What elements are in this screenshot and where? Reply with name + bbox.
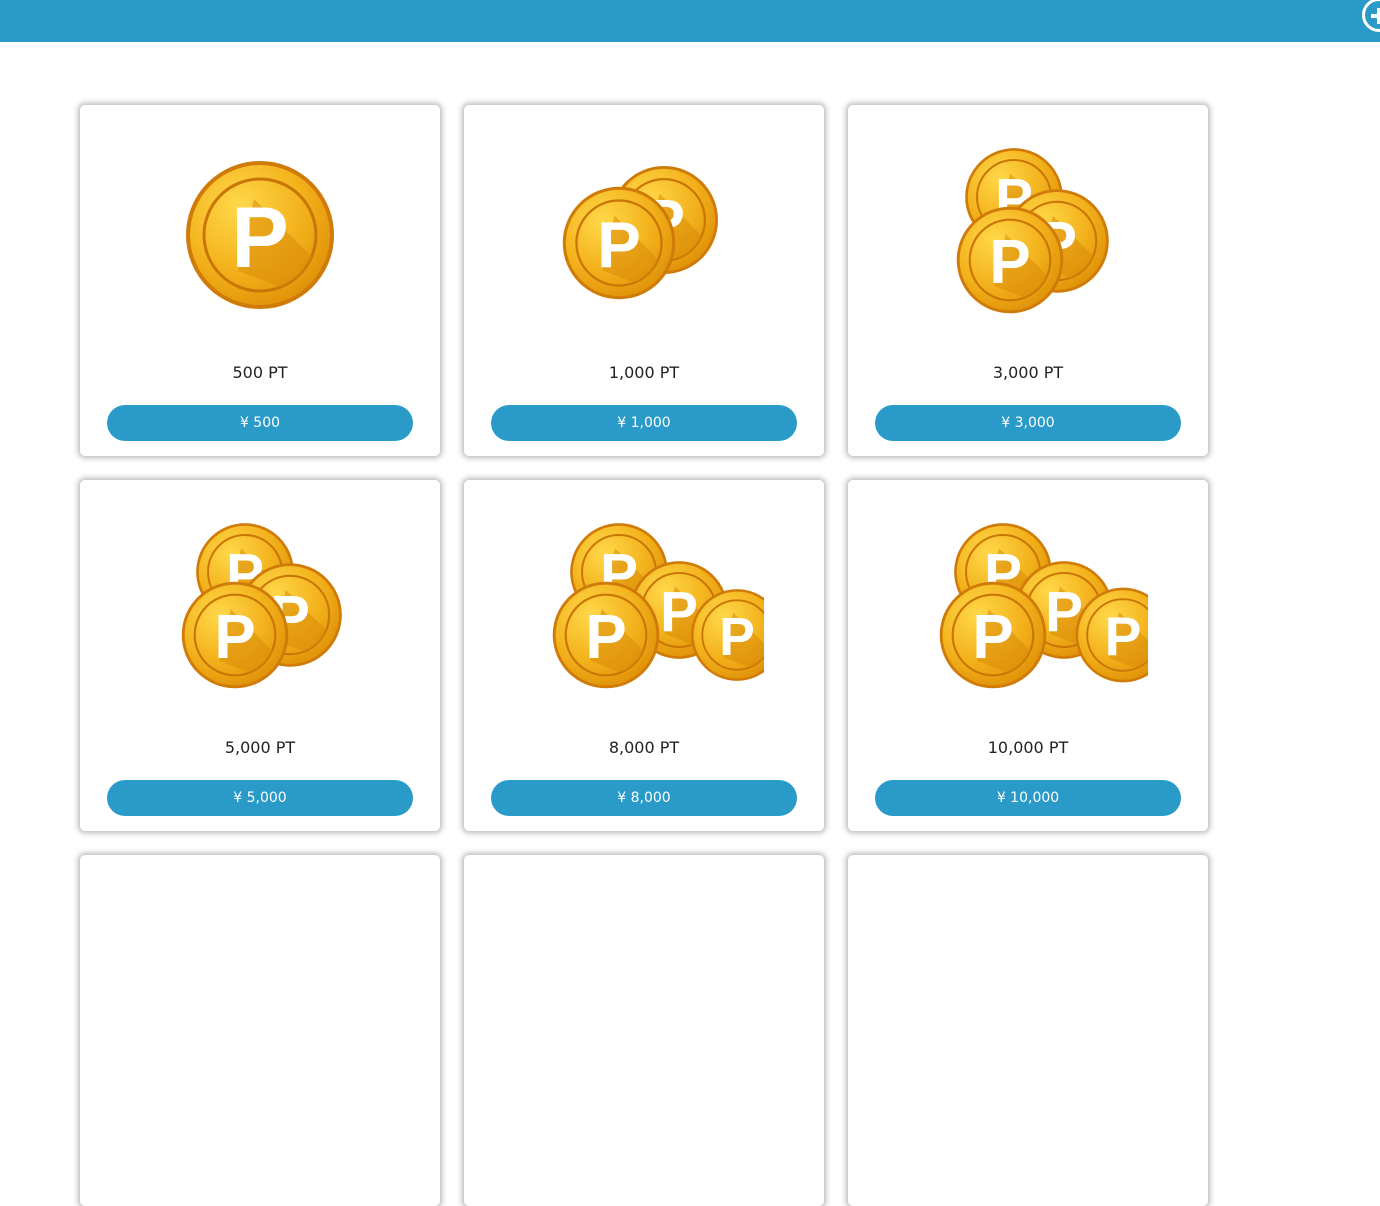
top-bar: [0, 0, 1380, 42]
coin-stack-icon: [464, 510, 824, 710]
buy-button[interactable]: ¥ 5,000: [107, 780, 413, 816]
buy-button[interactable]: ¥ 1,000: [491, 405, 797, 441]
package-card-3000[interactable]: 3,000 PT ¥ 3,000: [848, 105, 1208, 456]
package-card-partial[interactable]: [80, 855, 440, 1206]
buy-button[interactable]: ¥ 3,000: [875, 405, 1181, 441]
points-label: 8,000 PT: [608, 738, 680, 757]
buy-button[interactable]: ¥ 10,000: [875, 780, 1181, 816]
buy-button[interactable]: ¥ 500: [107, 405, 413, 441]
package-card-500[interactable]: 500 PT ¥ 500: [80, 105, 440, 456]
points-label: 3,000 PT: [992, 363, 1064, 382]
coin-stack-icon: [848, 135, 1208, 335]
points-label: 5,000 PT: [224, 738, 296, 757]
coin-stack-icon: [464, 135, 824, 335]
add-plus-icon[interactable]: [1362, 0, 1380, 32]
points-label: 1,000 PT: [608, 363, 680, 382]
buy-button[interactable]: ¥ 8,000: [491, 780, 797, 816]
package-card-partial[interactable]: [464, 855, 824, 1206]
package-grid: 500 PT ¥ 500 1,000 PT ¥ 1,000 3,000 PT ¥…: [80, 105, 1208, 1206]
coin-stack-icon: [80, 135, 440, 335]
package-card-5000[interactable]: 5,000 PT ¥ 5,000: [80, 480, 440, 831]
package-card-10000[interactable]: 10,000 PT ¥ 10,000: [848, 480, 1208, 831]
coin-stack-icon: [80, 510, 440, 710]
package-card-partial[interactable]: [848, 855, 1208, 1206]
points-label: 10,000 PT: [987, 738, 1069, 757]
package-card-8000[interactable]: 8,000 PT ¥ 8,000: [464, 480, 824, 831]
points-label: 500 PT: [232, 363, 288, 382]
package-card-1000[interactable]: 1,000 PT ¥ 1,000: [464, 105, 824, 456]
coin-stack-icon: [848, 510, 1208, 710]
